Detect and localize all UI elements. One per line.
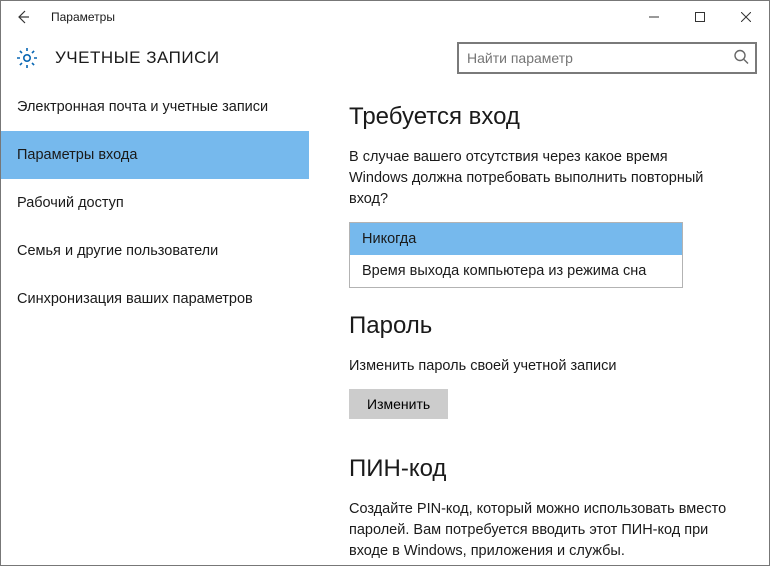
back-button[interactable] xyxy=(1,1,45,33)
minimize-button[interactable] xyxy=(631,1,677,33)
sidebar-item-label: Электронная почта и учетные записи xyxy=(17,99,268,115)
sidebar-item-signin-options[interactable]: Параметры входа xyxy=(1,131,309,179)
section-title: УЧЕТНЫЕ ЗАПИСИ xyxy=(55,48,220,68)
password-heading: Пароль xyxy=(349,312,745,340)
sidebar-item-label: Семья и другие пользователи xyxy=(17,243,218,259)
dropdown-option-on-wake[interactable]: Время выхода компьютера из режима сна xyxy=(350,255,682,287)
password-description: Изменить пароль своей учетной записи xyxy=(349,356,729,377)
signin-timeout-dropdown[interactable]: Никогда Время выхода компьютера из режим… xyxy=(349,222,683,288)
sidebar-item-label: Рабочий доступ xyxy=(17,195,124,211)
body: Электронная почта и учетные записи Парам… xyxy=(1,83,769,565)
sidebar-item-family-users[interactable]: Семья и другие пользователи xyxy=(1,227,309,275)
window-controls xyxy=(631,1,769,33)
arrow-left-icon xyxy=(15,9,31,25)
search-input[interactable] xyxy=(457,42,757,74)
minimize-icon xyxy=(649,12,659,22)
sidebar-item-label: Параметры входа xyxy=(17,147,137,163)
content: Требуется вход В случае вашего отсутстви… xyxy=(309,83,769,565)
close-button[interactable] xyxy=(723,1,769,33)
sidebar-item-label: Синхронизация ваших параметров xyxy=(17,291,253,307)
pin-description: Создайте PIN-код, который можно использо… xyxy=(349,499,729,562)
signin-description: В случае вашего отсутствия через какое в… xyxy=(349,147,729,210)
dropdown-option-label: Время выхода компьютера из режима сна xyxy=(362,263,646,279)
sidebar: Электронная почта и учетные записи Парам… xyxy=(1,83,309,565)
titlebar: Параметры xyxy=(1,1,769,33)
sidebar-item-work-access[interactable]: Рабочий доступ xyxy=(1,179,309,227)
window-title: Параметры xyxy=(45,10,115,24)
pin-heading: ПИН-код xyxy=(349,455,745,483)
change-password-button[interactable]: Изменить xyxy=(349,389,448,419)
sidebar-item-sync-settings[interactable]: Синхронизация ваших параметров xyxy=(1,275,309,323)
header: УЧЕТНЫЕ ЗАПИСИ xyxy=(1,33,769,83)
signin-heading: Требуется вход xyxy=(349,103,745,131)
dropdown-option-label: Никогда xyxy=(362,231,416,247)
settings-window: Параметры УЧЕТНЫЕ ЗАПИСИ xyxy=(0,0,770,566)
maximize-icon xyxy=(695,12,705,22)
search-wrap xyxy=(457,42,757,74)
sidebar-item-email-accounts[interactable]: Электронная почта и учетные записи xyxy=(1,83,309,131)
maximize-button[interactable] xyxy=(677,1,723,33)
dropdown-option-never[interactable]: Никогда xyxy=(350,223,682,255)
settings-gear-icon xyxy=(13,44,41,72)
close-icon xyxy=(741,12,751,22)
